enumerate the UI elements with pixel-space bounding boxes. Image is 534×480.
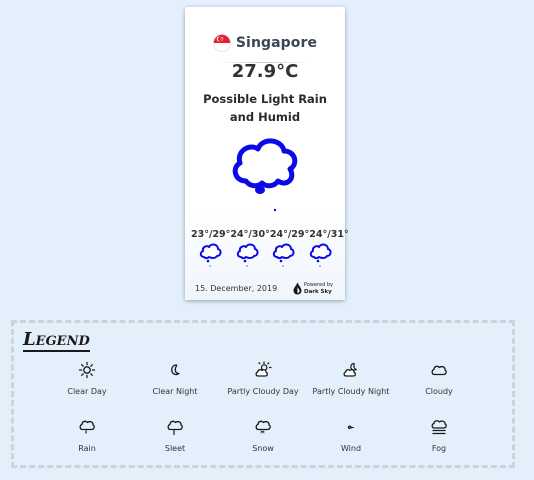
- cloudy-icon: [431, 365, 447, 376]
- legend-box: Legend Clear Day Clear Night Partly Clou…: [11, 320, 515, 468]
- legend-item-sleet: Sleet: [130, 418, 220, 453]
- legend-item-partly-cloudy-night: Partly Cloudy Night: [306, 361, 396, 396]
- legend-item-snow: Snow: [218, 418, 308, 453]
- legend-item-rain: Rain: [42, 418, 132, 453]
- legend-label: Partly Cloudy Day: [227, 387, 299, 396]
- rain-icon: [273, 243, 295, 267]
- partly-cloudy-night-icon: [343, 362, 357, 377]
- forecast-temp-day-2: 24°/30°: [230, 229, 270, 240]
- legend-label: Partly Cloudy Night: [312, 387, 390, 396]
- legend-label: Fog: [431, 444, 447, 453]
- fog-icon: [431, 420, 447, 435]
- legend-item-clear-night: Clear Night: [130, 361, 220, 396]
- powered-by-text: Powered by Dark Sky: [304, 282, 333, 296]
- clear-night-icon: [171, 364, 180, 376]
- rain-icon: [199, 243, 222, 267]
- forecast-temps-row: 23°/29° 24°/30° 24°/29° 24°/31°: [191, 229, 349, 240]
- location-header: Singapore: [185, 32, 345, 54]
- powered-by-label: Powered by: [304, 281, 333, 288]
- legend-title: Legend: [23, 329, 90, 352]
- forecast-icons-row: [197, 241, 333, 267]
- forecast-temp-day-4: 24°/31°: [309, 229, 349, 240]
- current-rain-icon: [232, 138, 298, 212]
- sleet-icon: [167, 420, 183, 436]
- forecast-temp-day-3: 24°/29°: [269, 229, 310, 240]
- city-name: Singapore: [235, 35, 318, 51]
- snow-icon: [255, 420, 271, 434]
- summary-line-1: Possible Light Rain: [203, 92, 327, 106]
- legend-item-partly-cloudy-day: Partly Cloudy Day: [218, 361, 308, 396]
- current-temperature: 27.9°C: [231, 61, 299, 82]
- legend-item-clear-day: Clear Day: [42, 361, 132, 396]
- legend-label: Rain: [78, 444, 96, 453]
- rain-icon: [309, 243, 332, 267]
- legend-item-cloudy: Cloudy: [394, 361, 484, 396]
- legend-item-wind: Wind: [306, 418, 396, 453]
- legend-label: Sleet: [164, 444, 186, 453]
- legend-label: Clear Night: [152, 387, 198, 396]
- summary-line-2: and Humid: [229, 110, 301, 124]
- forecast-temp-day-1: 23°/29°: [191, 229, 231, 240]
- weather-summary: Possible Light Rain and Humid: [195, 90, 335, 126]
- dark-sky-label: Dark Sky: [304, 288, 332, 295]
- forecast-date: 15. December, 2019: [195, 284, 278, 293]
- wind-icon: [347, 425, 354, 430]
- clear-day-icon: [78, 361, 96, 379]
- dark-sky-logo-icon: [293, 282, 302, 295]
- legend-label: Cloudy: [425, 387, 453, 396]
- legend-label: Clear Day: [67, 387, 107, 396]
- powered-by-dark-sky-link[interactable]: Powered by Dark Sky: [293, 280, 341, 297]
- rain-icon: [79, 420, 95, 434]
- legend-label: Wind: [340, 444, 362, 453]
- legend-label: Snow: [252, 444, 274, 453]
- partly-cloudy-day-icon: [255, 361, 272, 377]
- legend-item-fog: Fog: [394, 418, 484, 453]
- singapore-flag-icon: [213, 34, 231, 52]
- rain-icon: [236, 243, 259, 267]
